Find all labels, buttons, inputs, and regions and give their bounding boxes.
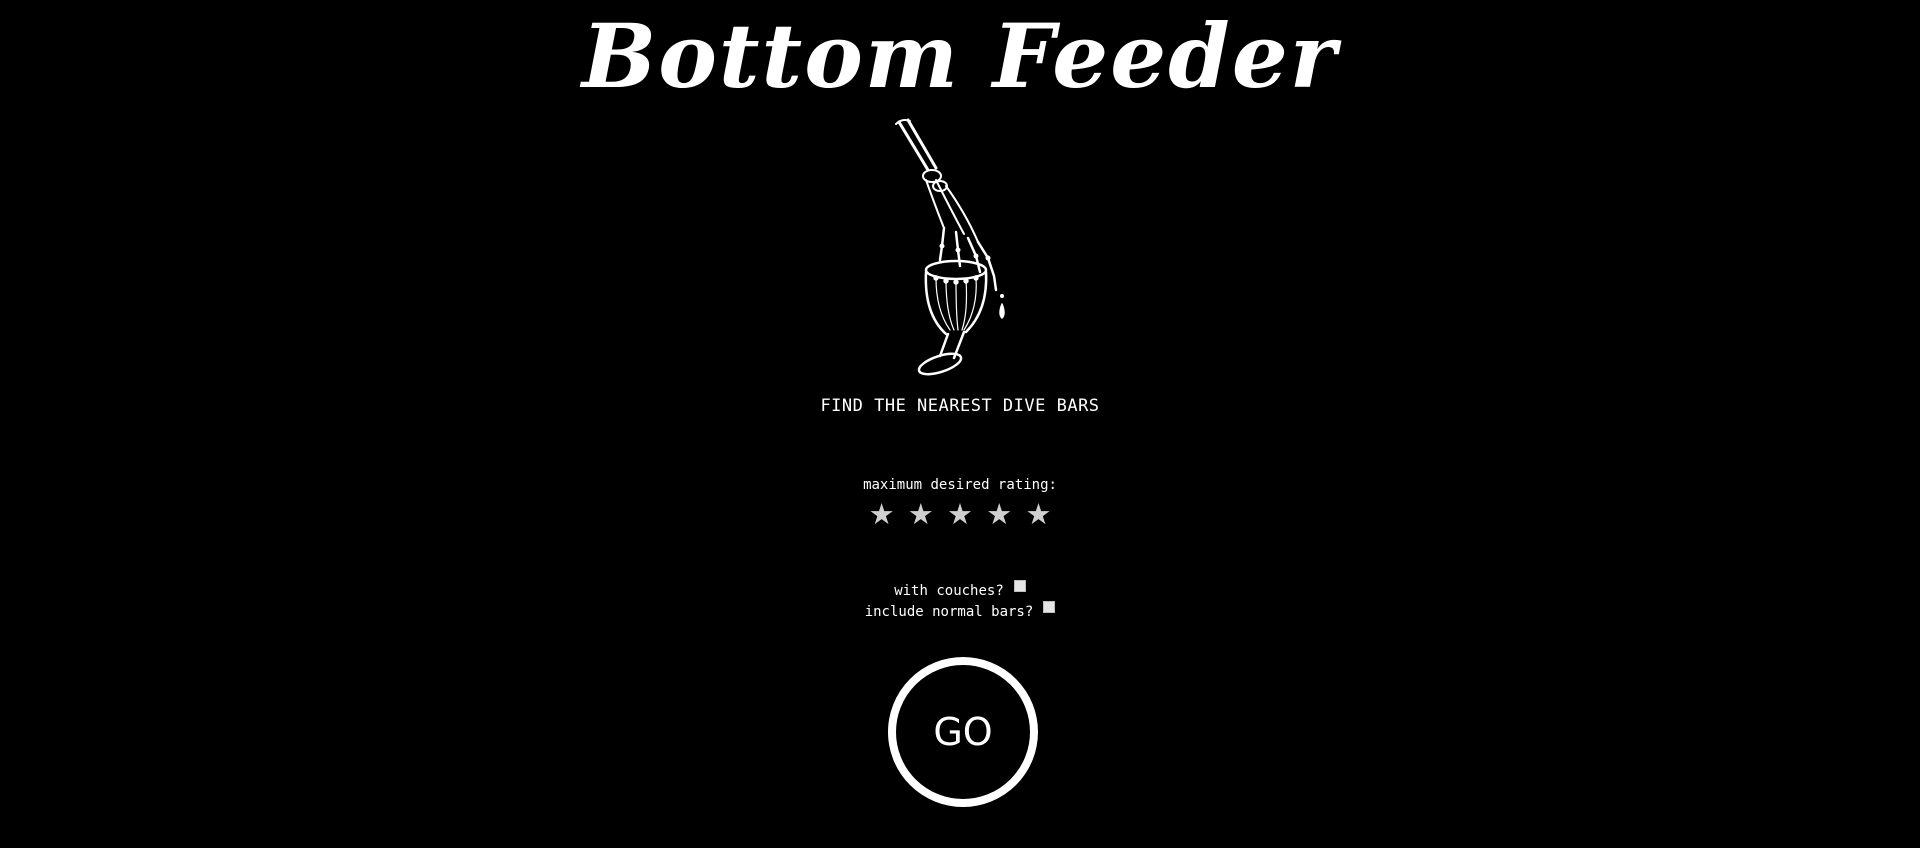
normal-bars-label: include normal bars? bbox=[864, 604, 1034, 620]
tagline: FIND THE NEAREST DIVE BARS bbox=[820, 396, 1100, 416]
couches-checkbox[interactable] bbox=[1013, 580, 1026, 592]
page: Bottom Feeder FIND THE NEAREST DIVE BARS… bbox=[0, 0, 1920, 848]
star-icon-3[interactable]: ★ bbox=[945, 497, 975, 531]
normal-bars-option: include normal bars? bbox=[0, 601, 1920, 622]
skeleton-hand-goblet-icon bbox=[895, 118, 1005, 376]
star-icon-5[interactable]: ★ bbox=[1023, 497, 1053, 531]
star-rating[interactable]: ★ ★ ★ ★ ★ bbox=[0, 497, 1920, 531]
go-button[interactable]: GO bbox=[888, 657, 1038, 807]
star-icon-1[interactable]: ★ bbox=[867, 497, 897, 531]
couches-option: with couches? bbox=[0, 580, 1920, 601]
star-icon-4[interactable]: ★ bbox=[984, 497, 1014, 531]
rating-label: maximum desired rating: bbox=[863, 477, 1057, 493]
star-icon-2[interactable]: ★ bbox=[906, 497, 936, 531]
couches-label: with couches? bbox=[894, 583, 1004, 599]
app-title: Bottom Feeder bbox=[581, 4, 1339, 108]
filter-options: with couches? include normal bars? bbox=[0, 580, 1920, 622]
normal-bars-checkbox[interactable] bbox=[1043, 601, 1056, 613]
